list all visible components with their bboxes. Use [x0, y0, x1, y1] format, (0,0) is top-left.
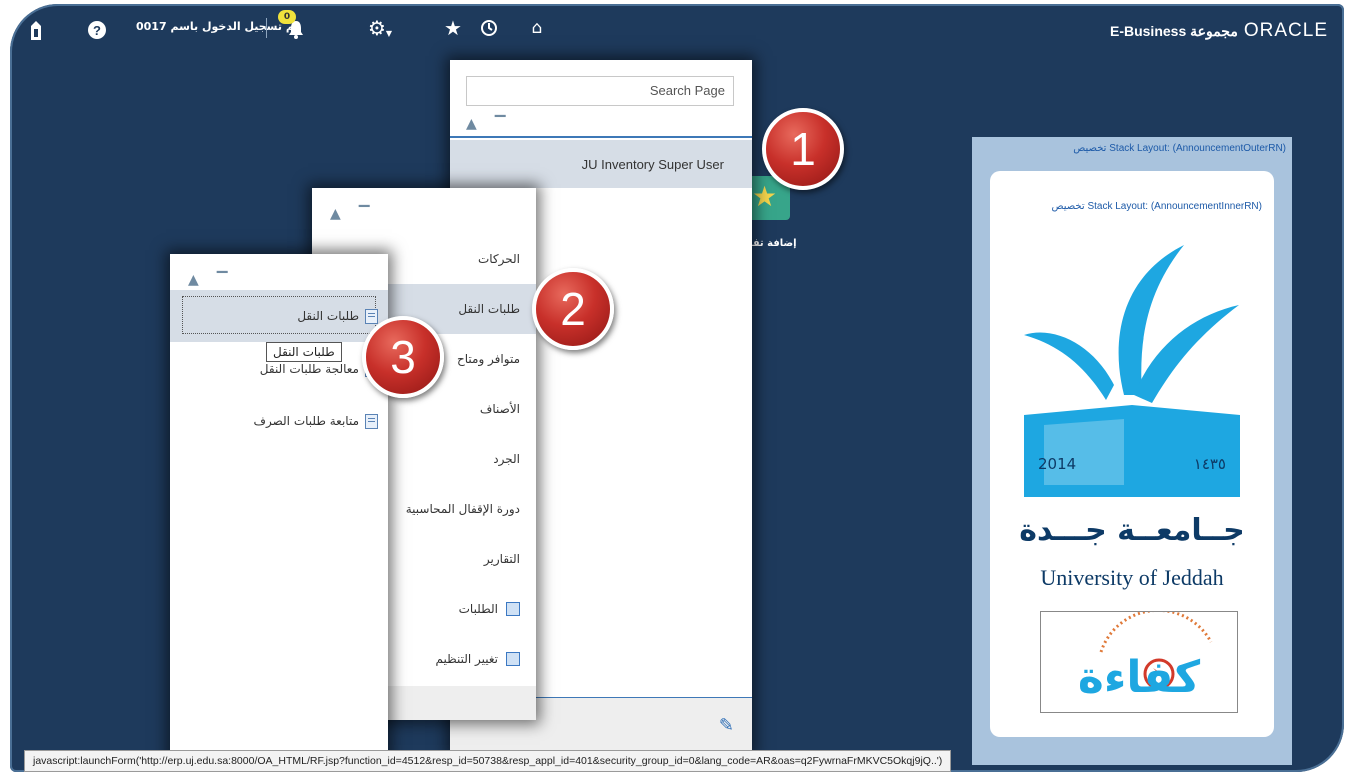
sort-controls[interactable]: ▲▔ [330, 206, 388, 222]
announcement-inner-region: تخصيص Stack Layout: (AnnouncementInnerRN… [990, 171, 1274, 737]
step-badge: 3 [362, 316, 444, 398]
responsibility-label: JU Inventory Super User [581, 156, 724, 172]
recent-clock-icon[interactable] [478, 17, 500, 39]
year-gregorian: 2014 [1038, 455, 1077, 473]
focus-outline [182, 296, 376, 334]
browser-status-bar: javascript:launchForm('http://erp.uj.edu… [24, 750, 952, 772]
announcement-inner-label[interactable]: تخصيص Stack Layout: (AnnouncementInnerRN… [1051, 201, 1262, 212]
step-badge: 1 [762, 108, 844, 190]
form-icon [506, 602, 520, 616]
kafaa-logo-text: كفاءة [1077, 652, 1201, 703]
app-window: ? 0017 تم تسجيل الدخول باسم 0 ⚙ ▼ ★ ⌂ E-B… [10, 4, 1344, 772]
settings-gear-icon[interactable]: ⚙ ▼ [366, 16, 394, 40]
favorites-star-icon[interactable]: ★ [442, 16, 464, 40]
global-header: ? 0017 تم تسجيل الدخول باسم 0 ⚙ ▼ ★ ⌂ E-B… [10, 4, 1344, 56]
document-icon [365, 413, 378, 429]
notification-count-badge: 0 [278, 10, 296, 24]
help-icon[interactable]: ? [88, 21, 106, 39]
submenu-item[interactable]: متابعة طلبات الصرف [170, 396, 388, 446]
oracle-logo: ORACLE [1243, 20, 1328, 41]
responsibility-item[interactable]: JU Inventory Super User [450, 140, 752, 188]
university-name-arabic: جــامعــة جـــدة [1019, 513, 1245, 548]
submenu-panel: ▲▔ طلبات النقل معالجة طلبات النقل متابعة… [170, 254, 388, 772]
university-logo: 2014 ١٤٣٥ [1014, 235, 1250, 497]
form-icon [506, 652, 520, 666]
year-hijri: ١٤٣٥ [1193, 455, 1226, 473]
add-favorite-label: إضافة تف [748, 238, 797, 249]
star-icon: ★ [752, 180, 778, 213]
sort-controls[interactable]: ▲▔ [466, 116, 524, 132]
logged-in-user: 0017 تم تسجيل الدخول باسم [136, 20, 299, 33]
brand-logo: E-Business مجموعة ORACLE [1110, 20, 1328, 42]
kafaa-logo-frame: كفاءة [1040, 608, 1238, 713]
step-badge: 2 [532, 268, 614, 350]
sort-controls[interactable]: ▲▔ [188, 272, 246, 288]
navigator-icon[interactable] [28, 19, 44, 41]
announcement-outer-label[interactable]: تخصيص Stack Layout: (AnnouncementOuterRN… [1073, 143, 1286, 154]
submenu-item[interactable]: طلبات النقل [170, 290, 388, 342]
edit-pencil-icon[interactable]: ✎ [719, 715, 734, 736]
search-input[interactable]: Search Page [466, 76, 734, 106]
header-divider [266, 18, 267, 38]
ebusiness-label: E-Business مجموعة [1109, 22, 1238, 39]
home-icon[interactable]: ⌂ [526, 17, 548, 39]
university-name-english: University of Jeddah [1040, 565, 1224, 590]
announcement-outer-region: تخصيص Stack Layout: (AnnouncementOuterRN… [972, 137, 1292, 765]
panel-divider [450, 136, 752, 138]
tooltip: طلبات النقل [266, 342, 342, 362]
document-icon [365, 308, 378, 324]
